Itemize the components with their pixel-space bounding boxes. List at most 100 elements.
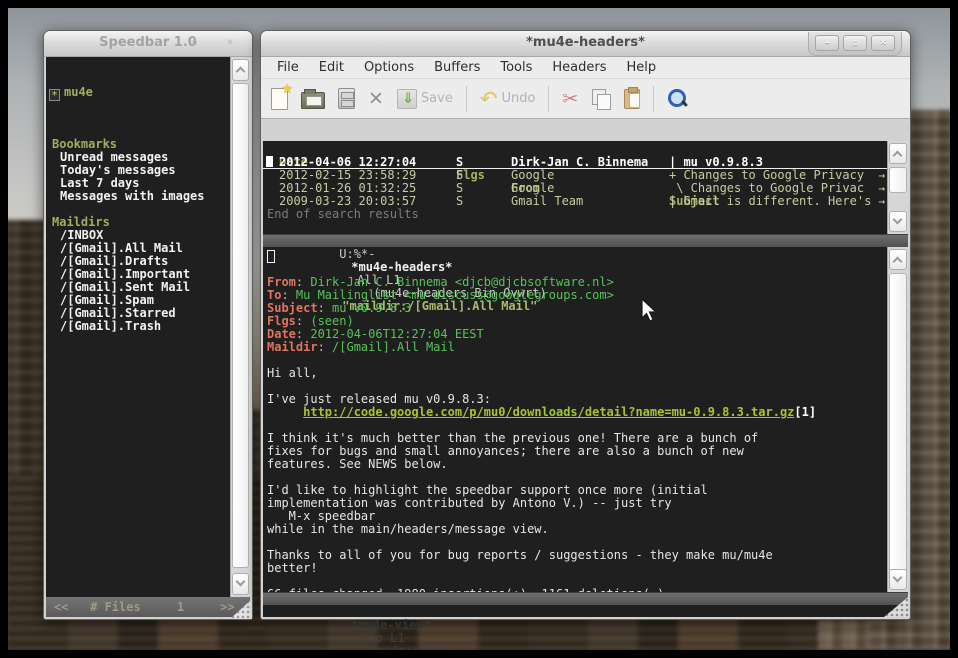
message-link-line: http://code.google.com/p/mu0/downloads/d… (267, 406, 887, 419)
scroll-up-button[interactable] (232, 59, 249, 81)
field-value: 2012-04-06T12:27:04 EEST (310, 327, 483, 341)
cut-icon[interactable]: ✂ (562, 89, 578, 109)
minimize-button[interactable]: – (146, 36, 170, 52)
scroll-down-button[interactable] (889, 211, 907, 232)
field-label: Flgs (267, 314, 296, 328)
menu-item-help[interactable]: Help (617, 60, 667, 75)
open-file-icon[interactable] (301, 92, 325, 109)
emacs-titlebar[interactable]: *mu4e-headers* – ▫ ✕ (261, 31, 910, 57)
new-file-icon[interactable]: ★ (271, 88, 288, 110)
save-icon (397, 89, 417, 109)
save-label: Save (421, 91, 453, 106)
field-label: Date (267, 327, 296, 341)
close-button[interactable]: ✕ (218, 36, 242, 52)
minimize-button[interactable]: – (815, 35, 839, 51)
text-cursor (267, 250, 275, 263)
mu4e-view-pane: From: Dirk-Jan C. Binnema <djcb@djcbsoft… (263, 247, 908, 592)
menu-item-options[interactable]: Options (354, 60, 424, 75)
headers-scrollbar[interactable] (887, 141, 908, 234)
modeline-modes: (mu4e:view) (369, 645, 448, 650)
field-label: Maildir (267, 340, 318, 354)
speedbar-root-line[interactable]: * mu4e (46, 86, 230, 99)
truncation-arrow-icon: → (878, 169, 885, 182)
close-button[interactable]: ✕ (871, 35, 895, 51)
message-field-maildir: Maildir: /[Gmail].All Mail (267, 341, 887, 354)
expand-icon[interactable]: * (49, 89, 60, 101)
toolbar-separator (466, 86, 467, 112)
field-colon: : (296, 314, 310, 328)
toolbar-separator (653, 86, 654, 112)
speedbar-item-gmail-trash[interactable]: /[Gmail].Trash (46, 320, 230, 333)
message-body-line: features. See NEWS below. (267, 458, 887, 471)
row-subject: | Gmail is different. Here's (669, 195, 871, 208)
field-value: Dirk-Jan C. Binnema <djcb@djcbsoftware.n… (310, 275, 613, 289)
row-from: Gmail Team (511, 195, 583, 208)
scrollbar-thumb[interactable] (232, 83, 249, 568)
end-of-search-text: End of search results (263, 208, 887, 221)
menu-item-headers[interactable]: Headers (542, 60, 616, 75)
toolbar-separator (548, 86, 549, 112)
speedbar-root-label: mu4e (64, 85, 93, 99)
field-colon: : (296, 327, 310, 341)
echo-area[interactable] (263, 605, 908, 617)
mouse-cursor (641, 298, 658, 324)
field-colon: : (281, 288, 295, 302)
download-link[interactable]: http://code.google.com/p/mu0/downloads/d… (303, 405, 794, 419)
field-value: (seen) (310, 314, 353, 328)
speedbar-titlebar[interactable]: Speedbar 1.0 – ▫ ✕ (44, 31, 252, 57)
menu-item-buffers[interactable]: Buffers (424, 60, 490, 75)
view-modeline: U:%*- *mu4e-view* Top L1 (mu4e:view) (263, 592, 908, 605)
screen: Speedbar 1.0 – ▫ ✕ *mu4e BookmarksUnread… (0, 0, 958, 658)
copy-icon[interactable] (591, 89, 611, 109)
speedbar-scrollbar[interactable] (230, 57, 250, 597)
message-body-line: better! (267, 562, 887, 575)
tool-bar: ★ ✕ Save ↶ Undo ✂ (261, 79, 910, 119)
menu-item-edit[interactable]: Edit (309, 60, 354, 75)
field-value: /[Gmail].All Mail (332, 340, 455, 354)
scrollbar-thumb[interactable] (889, 273, 907, 583)
undo-button[interactable]: ↶ Undo (480, 89, 536, 109)
field-value: Mu Mailinglist <mu-discuss@googlegroups.… (296, 288, 614, 302)
message-body-line: while in the main/headers/message view. (267, 523, 887, 536)
scroll-up-button[interactable] (889, 143, 907, 164)
headers-modeline: U:%*- *mu4e-headers* All L1 (mu4e-header… (263, 234, 908, 247)
mu4e-headers-pane: Date Flgs From Subject 2012-04-06 12:27:… (263, 141, 908, 234)
truncation-arrow-icon: → (878, 182, 885, 195)
menu-bar: FileEditOptionsBuffersToolsHeadersHelp (261, 57, 910, 79)
speedbar-modeline: << # Files 1 >> (46, 597, 250, 617)
field-colon: : (318, 340, 332, 354)
scroll-down-button[interactable] (889, 569, 907, 590)
message-field-subject: Subject: mu v0.9.8.3 (267, 302, 887, 315)
field-label: To (267, 288, 281, 302)
speedbar-window: Speedbar 1.0 – ▫ ✕ *mu4e BookmarksUnread… (43, 30, 253, 620)
maximize-button[interactable]: ▫ (843, 35, 867, 51)
speedbar-item-messages-with-images[interactable]: Messages with images (46, 190, 230, 203)
save-button[interactable]: Save (397, 89, 453, 109)
message-body-line: Hi all, (267, 367, 887, 380)
link-footnote-ref: [1] (794, 405, 816, 419)
headers-cursor (266, 156, 273, 167)
maximize-button[interactable]: ▫ (182, 36, 206, 52)
emacs-window: *mu4e-headers* – ▫ ✕ FileEditOptionsBuff… (260, 30, 911, 620)
menu-item-tools[interactable]: Tools (490, 60, 542, 75)
paste-icon[interactable] (624, 89, 640, 109)
view-scrollbar[interactable] (887, 247, 908, 592)
scrollbar-thumb[interactable] (889, 167, 907, 193)
truncation-arrow-icon: → (878, 195, 885, 208)
close-buffer-icon[interactable]: ✕ (368, 89, 384, 109)
row-flags: S (456, 195, 463, 208)
undo-icon: ↶ (480, 89, 498, 109)
scroll-up-button[interactable] (889, 249, 907, 270)
message-body-line: Thanks to all of you for bug reports / s… (267, 549, 887, 562)
field-value: mu v0.9.8.3 (332, 301, 411, 315)
undo-label: Undo (501, 91, 535, 106)
message-body: From: Dirk-Jan C. Binnema <djcb@djcbsoft… (263, 247, 887, 592)
field-label: Subject (267, 301, 318, 315)
scroll-down-button[interactable] (232, 573, 249, 595)
field-colon: : (318, 301, 332, 315)
dired-icon[interactable] (338, 88, 355, 109)
menu-item-file[interactable]: File (267, 60, 309, 75)
search-icon[interactable] (667, 88, 689, 110)
desktop-wallpaper: Speedbar 1.0 – ▫ ✕ *mu4e BookmarksUnread… (8, 8, 950, 650)
field-colon: : (296, 275, 310, 289)
